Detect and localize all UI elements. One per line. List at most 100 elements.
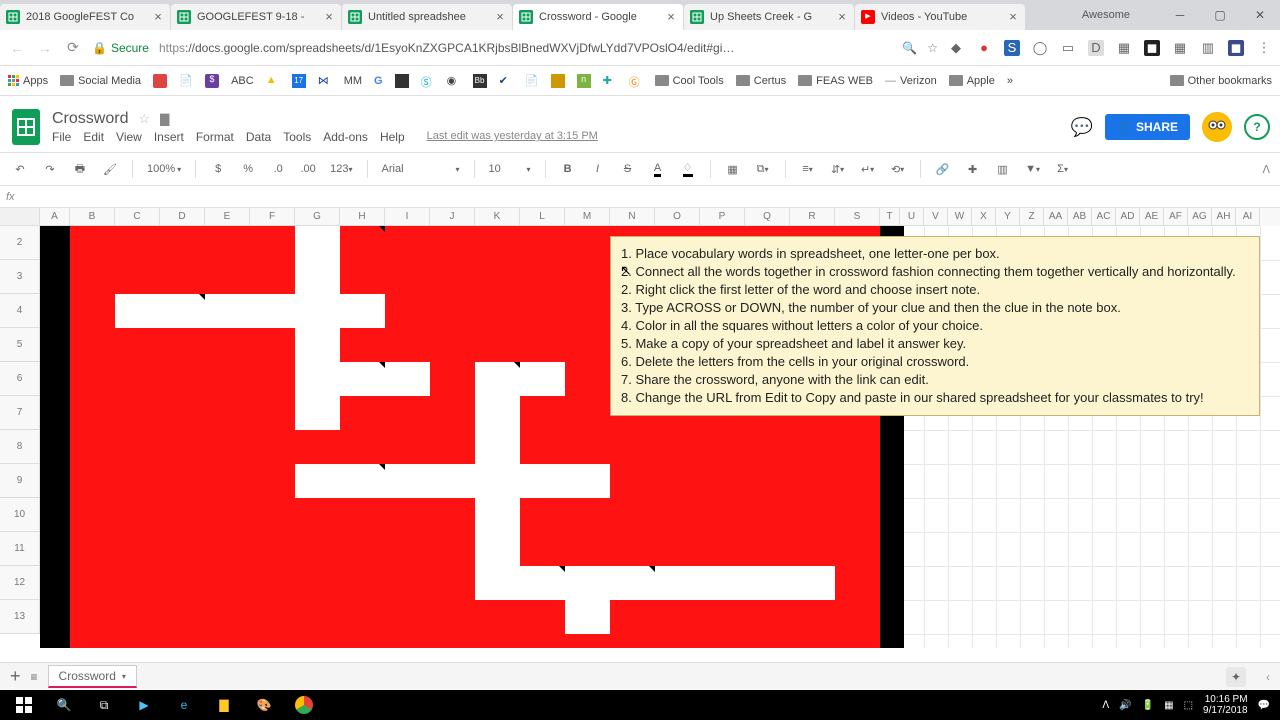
col-header[interactable]: N xyxy=(610,208,655,226)
search-button[interactable]: 🔍 xyxy=(44,690,84,720)
col-header[interactable]: AH xyxy=(1212,208,1236,226)
col-header[interactable]: K xyxy=(475,208,520,226)
link-button[interactable]: 🔗 xyxy=(935,159,951,179)
redo-button[interactable]: ↷ xyxy=(42,159,58,179)
tab-close-icon[interactable]: × xyxy=(323,11,335,23)
nav-forward[interactable]: → xyxy=(36,40,54,56)
currency-button[interactable]: $ xyxy=(210,159,226,179)
zoom-icon[interactable]: 🔍 xyxy=(902,41,917,55)
percent-button[interactable]: % xyxy=(240,159,256,179)
col-header[interactable]: D xyxy=(160,208,205,226)
comments-icon[interactable]: 💬 xyxy=(1071,117,1093,138)
note-indicator[interactable] xyxy=(379,362,385,368)
ext-icon[interactable]: ◼ xyxy=(1144,40,1160,56)
row-header[interactable]: 6 xyxy=(0,362,40,396)
browser-tab[interactable]: Up Sheets Creek - G× xyxy=(684,4,854,30)
col-header[interactable]: AG xyxy=(1188,208,1212,226)
star-icon[interactable]: ☆ xyxy=(927,41,938,55)
tab-close-icon[interactable]: × xyxy=(836,11,848,23)
col-header[interactable]: V xyxy=(924,208,948,226)
ext-icon[interactable]: ● xyxy=(976,40,992,56)
menu-data[interactable]: Data xyxy=(246,130,271,144)
col-header[interactable]: O xyxy=(655,208,700,226)
star-icon[interactable]: ☆ xyxy=(138,111,150,127)
notifications-icon[interactable]: 💬 xyxy=(1258,700,1270,711)
select-all-corner[interactable] xyxy=(0,208,40,226)
note-indicator[interactable] xyxy=(199,294,205,300)
crossword-cell[interactable] xyxy=(295,362,430,396)
tray-battery-icon[interactable]: 🔋 xyxy=(1142,700,1154,711)
row-header[interactable]: 4 xyxy=(0,294,40,328)
ext-drive-icon[interactable]: ◆ xyxy=(948,40,964,56)
ext-icon[interactable]: ▥ xyxy=(1200,40,1216,56)
row-header[interactable]: 13 xyxy=(0,600,40,634)
ext-icon[interactable]: ▦ xyxy=(1116,40,1132,56)
bookmark-item[interactable]: ◉ xyxy=(447,74,461,88)
tab-close-icon[interactable]: × xyxy=(1007,11,1019,23)
tray-icon[interactable]: ⬚ xyxy=(1184,700,1193,711)
profile-label[interactable]: Awesome xyxy=(1082,9,1130,21)
bookmark-item[interactable]: ⋈ xyxy=(318,74,332,88)
secure-indicator[interactable]: 🔒Secure xyxy=(92,41,149,55)
bookmark-folder[interactable]: Social Media xyxy=(60,75,141,87)
tray-up-icon[interactable]: ᐱ xyxy=(1102,700,1109,711)
bookmark-folder[interactable]: Apple xyxy=(949,75,995,87)
number-format[interactable]: 123 ▾ xyxy=(330,159,352,179)
row-header[interactable]: 5 xyxy=(0,328,40,362)
col-header[interactable]: G xyxy=(295,208,340,226)
rotate-button[interactable]: ⟲ ▾ xyxy=(890,159,906,179)
scroll-left[interactable]: ‹ xyxy=(1266,670,1270,684)
filter-button[interactable]: ▼ ▾ xyxy=(1025,159,1041,179)
zoom-select[interactable]: 100%▾ xyxy=(147,163,181,175)
strike-button[interactable]: S xyxy=(620,159,636,179)
ext-icon[interactable]: ▭ xyxy=(1060,40,1076,56)
bookmark-item[interactable]: Bb xyxy=(473,74,487,88)
ext-icon[interactable]: ◯ xyxy=(1032,40,1048,56)
col-header[interactable]: AI xyxy=(1236,208,1260,226)
collapse-toolbar[interactable]: ᐱ xyxy=(1262,163,1270,176)
note-indicator[interactable] xyxy=(514,362,520,368)
bookmark-item[interactable] xyxy=(395,74,409,88)
sheet-tab[interactable]: Crossword▾ xyxy=(48,665,137,688)
col-header[interactable]: I xyxy=(385,208,430,226)
col-header[interactable]: B xyxy=(70,208,115,226)
text-color-button[interactable]: A xyxy=(650,159,666,179)
other-bookmarks[interactable]: Other bookmarks xyxy=(1170,75,1272,87)
apps-button[interactable]: Apps xyxy=(8,75,48,87)
bookmark-folder[interactable]: Cool Tools xyxy=(655,75,724,87)
taskbar-app[interactable]: ▶ xyxy=(124,690,164,720)
col-header[interactable]: W xyxy=(948,208,972,226)
undo-button[interactable]: ↶ xyxy=(12,159,28,179)
bookmark-overflow[interactable]: » xyxy=(1007,75,1013,87)
col-header[interactable]: Z xyxy=(1020,208,1044,226)
chrome-menu-icon[interactable]: ⋮ xyxy=(1256,40,1272,56)
menu-help[interactable]: Help xyxy=(380,130,405,144)
bookmark-item[interactable]: ABC xyxy=(231,75,254,87)
help-icon[interactable]: ? xyxy=(1244,114,1270,140)
spreadsheet-grid[interactable]: ABCDEFGHIJKLMNOPQRSTUVWXYZAAABACADAEAFAG… xyxy=(0,208,1280,648)
bold-button[interactable]: B xyxy=(560,159,576,179)
share-button[interactable]: 👤SHARE xyxy=(1105,114,1190,140)
crossword-cell[interactable] xyxy=(475,498,520,532)
font-select[interactable]: Arial xyxy=(382,163,442,175)
bookmark-item[interactable]: MM xyxy=(344,75,362,87)
bookmark-folder[interactable]: Certus xyxy=(736,75,786,87)
row-header[interactable]: 12 xyxy=(0,566,40,600)
menu-format[interactable]: Format xyxy=(196,130,234,144)
row-header[interactable]: 3 xyxy=(0,260,40,294)
crossword-cell[interactable] xyxy=(475,430,520,464)
dec-decrease[interactable]: .0 xyxy=(270,159,286,179)
merge-button[interactable]: ⧉ ▾ xyxy=(755,159,771,179)
tab-close-icon[interactable]: × xyxy=(152,11,164,23)
formula-bar[interactable]: fx xyxy=(0,186,1280,208)
col-header[interactable]: J xyxy=(430,208,475,226)
avatar[interactable] xyxy=(1202,112,1232,142)
col-header[interactable]: AE xyxy=(1140,208,1164,226)
browser-tab[interactable]: GOOGLEFEST 9-18 -× xyxy=(171,4,341,30)
row-header[interactable]: 10 xyxy=(0,498,40,532)
bookmark-item[interactable]: G xyxy=(374,75,383,87)
crossword-cell[interactable] xyxy=(295,226,340,260)
col-header[interactable]: R xyxy=(790,208,835,226)
clock[interactable]: 10:16 PM9/17/2018 xyxy=(1203,694,1248,716)
col-header[interactable]: Y xyxy=(996,208,1020,226)
